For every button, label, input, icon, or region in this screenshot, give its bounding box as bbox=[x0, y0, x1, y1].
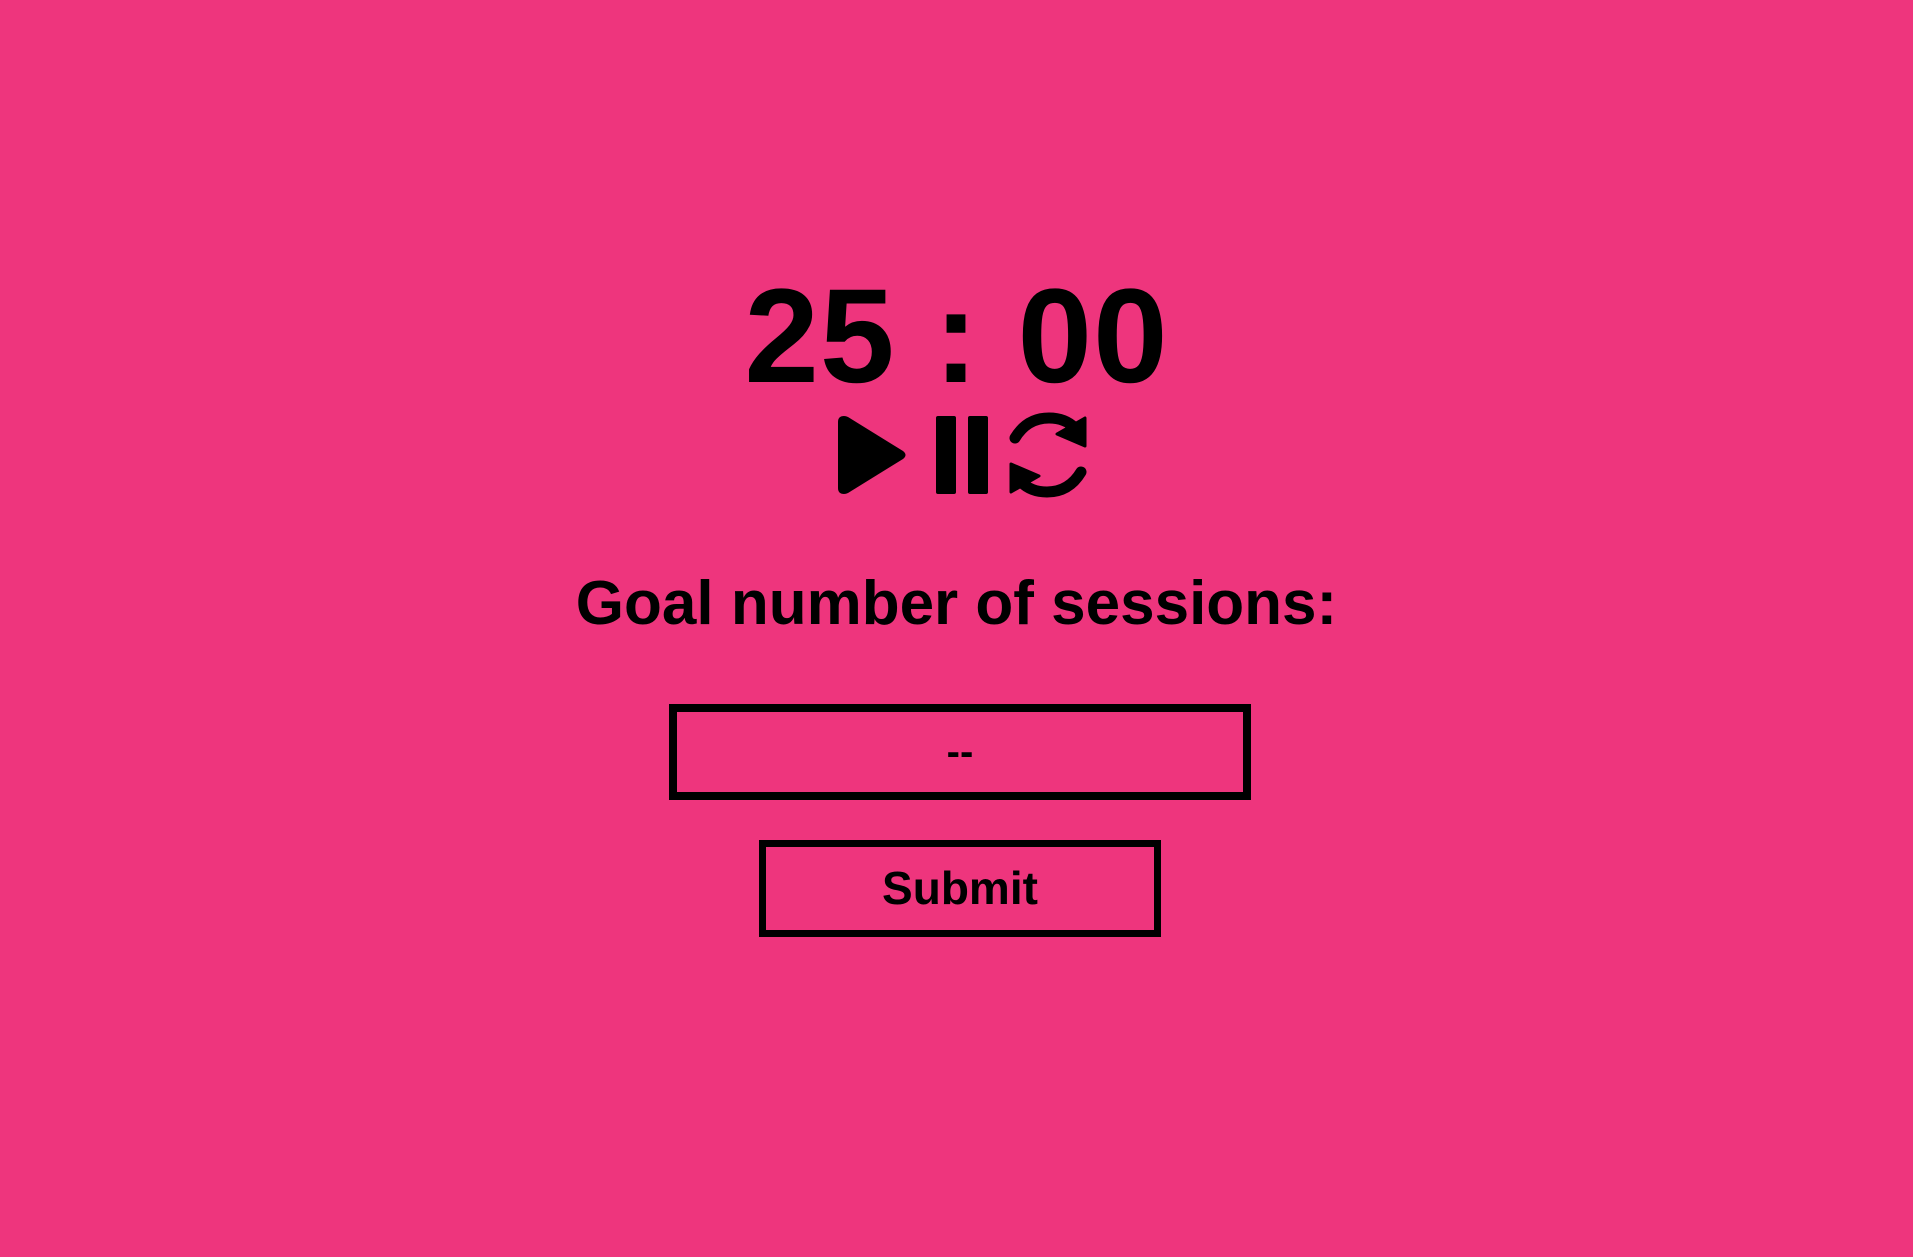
play-button[interactable] bbox=[836, 412, 910, 498]
pause-icon bbox=[936, 416, 988, 494]
timer-controls bbox=[836, 412, 1088, 498]
submit-button[interactable]: Submit bbox=[759, 840, 1161, 937]
pause-button[interactable] bbox=[932, 412, 992, 498]
timer-display: 25 : 00 bbox=[744, 262, 1169, 411]
goal-label: Goal number of sessions: bbox=[575, 569, 1338, 638]
play-icon bbox=[838, 416, 906, 494]
reset-icon bbox=[1009, 412, 1087, 498]
goal-sessions-input[interactable] bbox=[669, 704, 1251, 800]
pomodoro-app: 25 : 00 Goal number of sessions: Submit bbox=[0, 0, 1913, 1257]
reset-button[interactable] bbox=[1007, 412, 1089, 498]
